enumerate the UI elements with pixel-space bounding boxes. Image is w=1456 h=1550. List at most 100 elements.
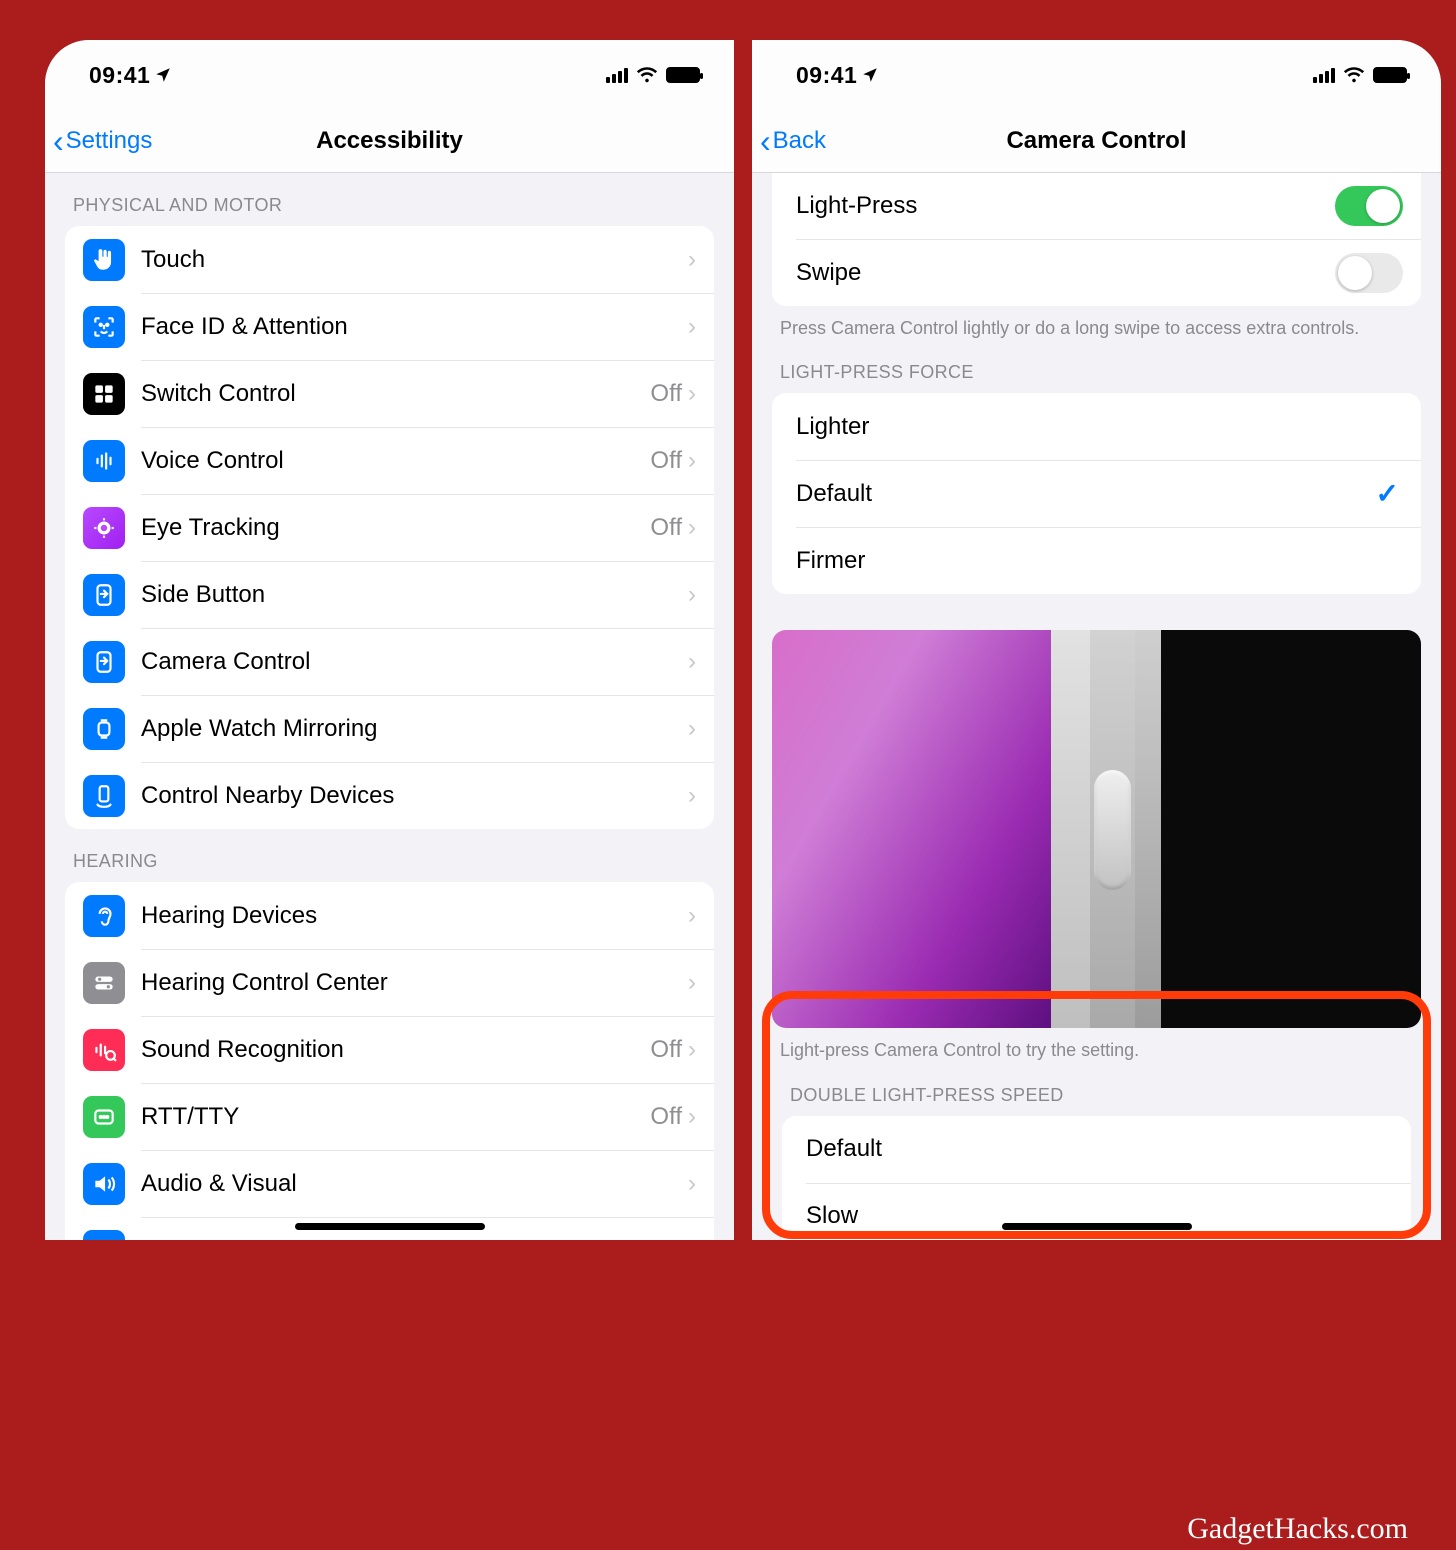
chevron-right-icon: › (688, 648, 696, 676)
row-label: Touch (141, 246, 688, 274)
list-row[interactable]: Default✓ (772, 460, 1421, 527)
chevron-right-icon: › (688, 1237, 696, 1241)
row-label: Hearing Control Center (141, 969, 688, 997)
row-label: Face ID & Attention (141, 313, 688, 341)
list-row[interactable]: Camera Control› (65, 628, 714, 695)
hand-icon (83, 239, 125, 281)
row-value: Off (650, 1036, 682, 1064)
list-row[interactable]: Audio & Visual› (65, 1150, 714, 1217)
cellular-icon (606, 67, 628, 83)
chevron-right-icon: › (688, 447, 696, 475)
row-label: Voice Control (141, 447, 650, 475)
chevron-right-icon: › (688, 380, 696, 408)
status-time: 09:41 (796, 62, 879, 89)
phone-accessibility: 09:41 ‹ Settings Accessibility PHYSICAL … (45, 40, 734, 1240)
group-hearing: Hearing Devices›Hearing Control Center›S… (65, 882, 714, 1240)
chevron-right-icon: › (688, 581, 696, 609)
credit-text: GadgetHacks.com (1187, 1512, 1408, 1546)
chevron-right-icon: › (688, 1103, 696, 1131)
group-force: Lighter Default✓ Firmer (772, 393, 1421, 594)
cellular-icon (1313, 67, 1335, 83)
back-label: Settings (66, 127, 153, 155)
status-bar: 09:41 (752, 40, 1441, 110)
row-swipe[interactable]: Swipe (772, 239, 1421, 306)
row-label: Audio & Visual (141, 1170, 688, 1198)
list-row[interactable]: Hearing Devices› (65, 882, 714, 949)
back-button[interactable]: ‹ Back (752, 123, 826, 160)
list-row[interactable]: Lighter (772, 393, 1421, 460)
status-bar: 09:41 (45, 40, 734, 110)
row-label: Hearing Devices (141, 902, 688, 930)
row-label: Apple Watch Mirroring (141, 715, 688, 743)
soundrec-icon (83, 1029, 125, 1071)
list-row[interactable]: Face ID & Attention› (65, 293, 714, 360)
faceid-icon (83, 306, 125, 348)
list-row[interactable]: Sound RecognitionOff› (65, 1016, 714, 1083)
nav-bar: ‹ Back Camera Control (752, 110, 1441, 173)
chevron-right-icon: › (688, 313, 696, 341)
annotation-callout (762, 991, 1431, 1239)
chevron-right-icon: › (688, 246, 696, 274)
wifi-icon (636, 64, 658, 86)
subs-icon (83, 1230, 125, 1241)
voice-icon (83, 440, 125, 482)
row-label: RTT/TTY (141, 1103, 650, 1131)
location-icon (154, 66, 172, 84)
list-row[interactable]: Side Button› (65, 561, 714, 628)
chevron-left-icon: ‹ (760, 123, 771, 160)
nav-bar: ‹ Settings Accessibility (45, 110, 734, 173)
list-row[interactable]: Eye TrackingOff› (65, 494, 714, 561)
switch-swipe[interactable] (1335, 253, 1403, 293)
phone-camera-control: 09:41 ‹ Back Camera Control (752, 40, 1441, 1240)
row-label: Firmer (796, 547, 1403, 575)
camctrl-icon (83, 641, 125, 683)
list-row[interactable]: Firmer (772, 527, 1421, 594)
camera-control-preview[interactable] (772, 630, 1421, 1028)
list-row[interactable]: Switch ControlOff› (65, 360, 714, 427)
row-label: Default (796, 480, 1376, 508)
battery-icon (666, 67, 700, 83)
row-label: Camera Control (141, 648, 688, 676)
section-header-physical: PHYSICAL AND MOTOR (45, 173, 734, 226)
chevron-left-icon: ‹ (53, 123, 64, 160)
list-row[interactable]: Apple Watch Mirroring› (65, 695, 714, 762)
group-gestures: Light-Press Swipe (772, 173, 1421, 306)
sidebtn-icon (83, 574, 125, 616)
row-value: Off (650, 447, 682, 475)
list-row[interactable]: Voice ControlOff› (65, 427, 714, 494)
back-button[interactable]: ‹ Settings (45, 123, 152, 160)
row-label: Side Button (141, 581, 688, 609)
list-row[interactable]: Control Nearby Devices› (65, 762, 714, 829)
battery-icon (1373, 67, 1407, 83)
ear-icon (83, 895, 125, 937)
chevron-right-icon: › (688, 969, 696, 997)
page-title: Camera Control (752, 127, 1441, 155)
wifi-icon (1343, 64, 1365, 86)
row-label: Lighter (796, 413, 1403, 441)
row-label: Light-Press (796, 192, 1335, 220)
row-value: Off (650, 1103, 682, 1131)
chevron-right-icon: › (688, 1036, 696, 1064)
list-row[interactable]: Touch› (65, 226, 714, 293)
home-indicator[interactable] (1002, 1223, 1192, 1230)
chevron-right-icon: › (688, 1170, 696, 1198)
status-time: 09:41 (89, 62, 172, 89)
row-label: Sound Recognition (141, 1036, 650, 1064)
list-row[interactable]: RTT/TTYOff› (65, 1083, 714, 1150)
row-label: Switch Control (141, 380, 650, 408)
back-label: Back (773, 127, 826, 155)
nearby-icon (83, 775, 125, 817)
rtt-icon (83, 1096, 125, 1138)
list-row[interactable]: Hearing Control Center› (65, 949, 714, 1016)
audiovis-icon (83, 1163, 125, 1205)
section-header-hearing: HEARING (45, 829, 734, 882)
row-light-press[interactable]: Light-Press (772, 173, 1421, 239)
chevron-right-icon: › (688, 902, 696, 930)
row-label: Subtitles & Captioning (141, 1237, 688, 1241)
group-physical: Touch›Face ID & Attention›Switch Control… (65, 226, 714, 829)
home-indicator[interactable] (295, 1223, 485, 1230)
gestures-footer: Press Camera Control lightly or do a lon… (752, 306, 1441, 340)
hearcc-icon (83, 962, 125, 1004)
watch-icon (83, 708, 125, 750)
switch-light-press[interactable] (1335, 186, 1403, 226)
